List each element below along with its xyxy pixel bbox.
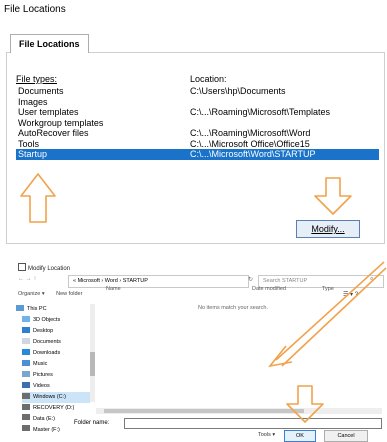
- up-arrow-annotation-icon: [20, 173, 56, 223]
- down-arrow-annotation-icon: [314, 177, 352, 215]
- pointer-line-annotation-icon: [275, 261, 385, 361]
- annotation-overlay: [20, 173, 387, 423]
- down-arrow-annotation-icon: [286, 385, 324, 423]
